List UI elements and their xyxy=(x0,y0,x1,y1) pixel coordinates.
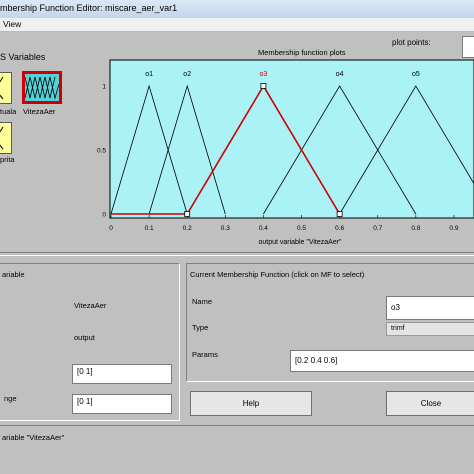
title-bar: mbership Function Editor: miscare_aer_va… xyxy=(0,0,474,19)
x-tick-label: 0.1 xyxy=(145,225,154,232)
mf-label-o5[interactable]: o5 xyxy=(412,71,420,78)
mf-vertex-handle[interactable] xyxy=(184,211,191,217)
mf-type-select[interactable]: trimf xyxy=(386,322,474,336)
current-variable-type: output xyxy=(74,333,95,342)
y-tick-label: 0 xyxy=(102,212,106,219)
plot-title: Membership function plots xyxy=(258,48,346,57)
mf-type-label: Type xyxy=(192,323,209,332)
x-tick-label: 0.8 xyxy=(411,225,420,232)
current-variable-name: VitezaAer xyxy=(74,301,107,310)
variables-panel-title: S Variables xyxy=(0,52,46,62)
menu-bar: View xyxy=(0,18,474,32)
mf-label-o3[interactable]: o3 xyxy=(260,71,268,78)
input-var-icon-2[interactable] xyxy=(0,122,12,154)
x-tick-label: 0.3 xyxy=(221,225,230,232)
plot-points-label: plot points: xyxy=(392,38,431,47)
range-label: nge xyxy=(4,394,17,403)
mf-vertex-handle[interactable] xyxy=(260,83,267,89)
mf-params-field[interactable]: [0.2 0.4 0.6] xyxy=(290,350,474,372)
var-label-3: prita xyxy=(0,155,15,164)
current-mf-title: Current Membership Function (click on MF… xyxy=(190,270,365,279)
output-mf-glyph-icon xyxy=(24,74,60,101)
x-tick-label: 0.4 xyxy=(259,225,268,232)
range-field[interactable]: [0 1] xyxy=(72,394,172,414)
plot-xlabel: output variable "VitezaAer" xyxy=(258,239,342,246)
var-label-1: tuala xyxy=(0,107,17,116)
x-tick-label: 0.7 xyxy=(373,225,382,232)
mf-vertex-handle[interactable] xyxy=(336,211,343,217)
input-mf-glyph-icon-2 xyxy=(0,126,4,150)
menu-view[interactable]: View xyxy=(3,19,21,29)
output-var-icon-selected[interactable] xyxy=(22,71,62,104)
plot-points-field[interactable] xyxy=(462,36,474,58)
mf-params-label: Params xyxy=(192,350,218,359)
mf-label-o2[interactable]: o2 xyxy=(183,71,191,78)
status-text: ariable "VitezaAer" xyxy=(2,433,65,442)
input-mf-glyph-icon xyxy=(0,76,4,100)
x-tick-label: 0.2 xyxy=(183,225,192,232)
status-bar: ariable "VitezaAer" xyxy=(0,425,474,445)
mf-plot[interactable]: 0 0.1 0.2 0.3 0.4 0.5 0.6 0.7 0.8 0.9 1 0.5 0 outpu… xyxy=(95,58,474,248)
mf-label-o4[interactable]: o4 xyxy=(336,71,344,78)
x-tick-label: 0.6 xyxy=(335,225,344,232)
y-tick-label: 1 xyxy=(102,84,106,91)
mf-label-o1[interactable]: o1 xyxy=(145,71,153,78)
x-tick-label: 0.9 xyxy=(449,225,458,232)
current-variable-params-field[interactable]: [0 1] xyxy=(72,364,172,384)
close-button[interactable]: Close xyxy=(386,391,474,416)
y-tick-label: 0.5 xyxy=(97,148,106,155)
x-tick-label: 0 xyxy=(109,225,113,232)
current-variable-title: ariable xyxy=(2,270,25,279)
var-label-2: VitezaAer xyxy=(23,107,56,116)
divider xyxy=(0,252,474,256)
mf-name-field[interactable]: o3 xyxy=(386,296,474,320)
mf-name-label: Name xyxy=(192,297,213,306)
window-title: mbership Function Editor: miscare_aer_va… xyxy=(0,3,178,13)
input-var-icon-1[interactable] xyxy=(0,72,12,104)
help-button[interactable]: Help xyxy=(190,391,312,416)
x-tick-label: 0.5 xyxy=(297,225,306,232)
